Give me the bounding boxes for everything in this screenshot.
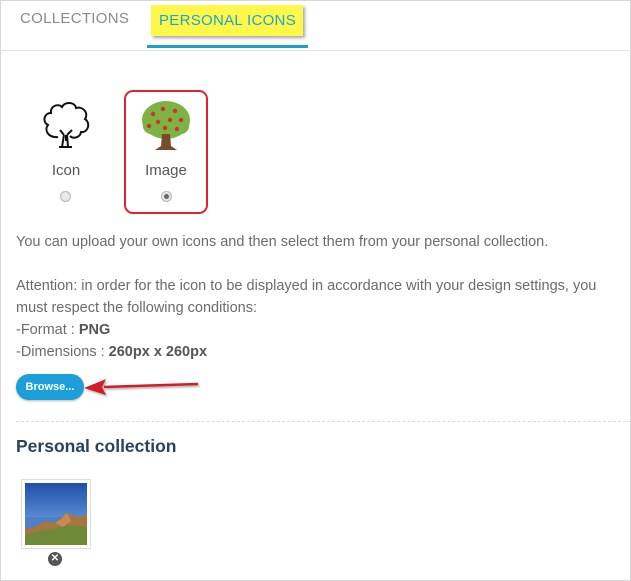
tree-outline-icon: [43, 102, 90, 148]
remove-icon[interactable]: ✕: [48, 552, 62, 566]
collection-item-thumbnail[interactable]: [21, 479, 91, 549]
option-image-label: Image: [145, 162, 187, 179]
tab-personal-icons[interactable]: PERSONAL ICONS: [147, 0, 308, 49]
radio-image[interactable]: [161, 191, 172, 202]
apple-tree-icon: [142, 101, 190, 150]
format-value: PNG: [78, 322, 111, 338]
more-icon[interactable]: ⋮: [625, 12, 631, 28]
format-requirement: -Format : PNG: [16, 322, 110, 338]
personal-collection-title: Personal collection: [16, 436, 177, 456]
option-icon-label: Icon: [51, 162, 81, 179]
radio-icon[interactable]: [60, 191, 71, 202]
landscape-image: [25, 483, 87, 545]
upload-info-text: You can upload your own icons and then s…: [16, 234, 549, 250]
attention-text-line2: must respect the following conditions:: [16, 300, 257, 316]
dimensions-requirement: -Dimensions : 260px x 260px: [16, 344, 207, 360]
browse-button[interactable]: Browse...: [16, 374, 84, 400]
tab-bar: COLLECTIONS PERSONAL ICONS ⋮: [0, 0, 631, 51]
dimensions-label: -Dimensions :: [16, 344, 109, 360]
section-divider: [16, 421, 631, 422]
option-image[interactable]: Image: [124, 90, 208, 214]
attention-text-line1: Attention: in order for the icon to be d…: [16, 278, 597, 294]
active-tab-indicator: [147, 45, 308, 48]
tab-collections[interactable]: COLLECTIONS: [20, 0, 129, 49]
tab-personal-icons-label: PERSONAL ICONS: [158, 12, 296, 29]
dimensions-value: 260px x 260px: [108, 344, 208, 360]
format-label: -Format :: [16, 322, 79, 338]
arrow-annotation-icon: [84, 379, 199, 395]
